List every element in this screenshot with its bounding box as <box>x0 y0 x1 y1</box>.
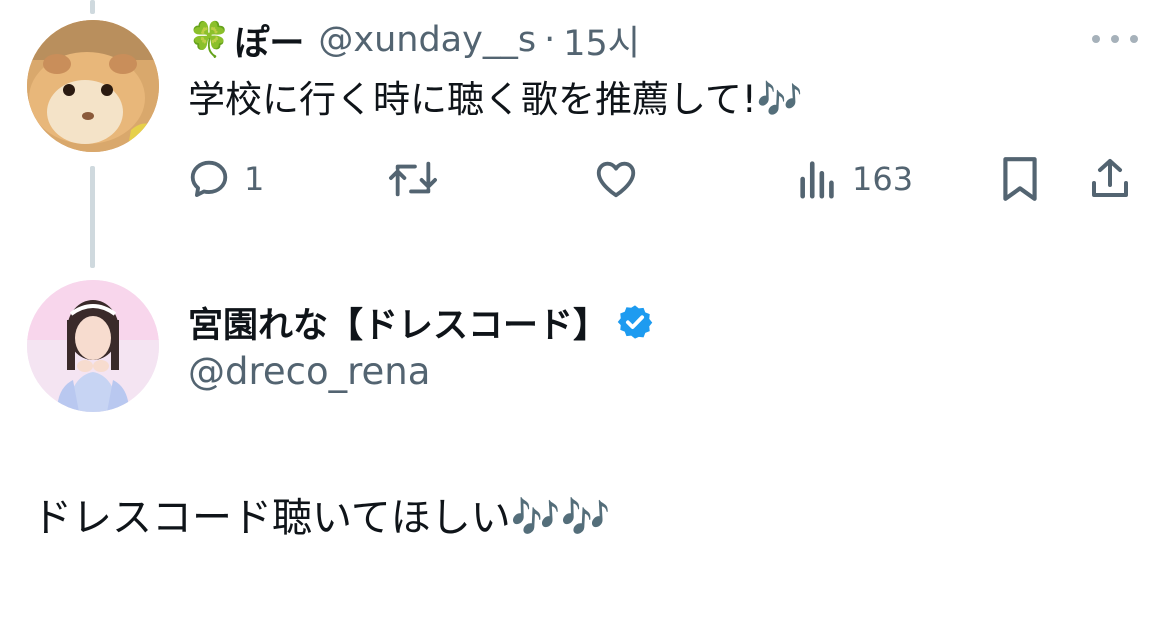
heart-icon <box>596 161 636 198</box>
tweet-header: 宮園れな【ドレスコード】 <box>188 294 654 350</box>
reply-button[interactable]: 1 <box>186 150 264 208</box>
share-icon <box>1092 159 1128 197</box>
tweet-text: 学校に行く時に聴く歌を推薦して!🎶 <box>188 78 803 121</box>
bookmark-icon <box>1003 157 1037 201</box>
profile-photo-avatar-image <box>27 280 159 412</box>
views-button[interactable]: 163 <box>796 150 913 208</box>
retweet-button[interactable] <box>386 150 440 208</box>
clover-emoji: 🍀 <box>188 20 231 60</box>
reply-count: 1 <box>244 160 265 198</box>
avatar[interactable] <box>27 20 159 152</box>
bookmark-button[interactable] <box>998 150 1042 208</box>
guinea-pig-avatar-image <box>27 20 159 152</box>
views-count: 163 <box>852 160 914 198</box>
display-name[interactable]: 宮園れな【ドレスコード】 <box>188 297 608 348</box>
user-handle[interactable]: @dreco_rena <box>188 350 430 393</box>
like-button[interactable] <box>592 150 640 208</box>
timestamp[interactable]: 15시 <box>563 15 640 66</box>
tweet-thread: 🍀 ぽー @xunday__s · 15시 学校に行く時に聴く歌を推薦して!🎶 … <box>0 0 1170 623</box>
retweet-icon <box>389 161 437 197</box>
display-name[interactable]: ぽー <box>234 15 304 66</box>
thread-line <box>90 166 95 268</box>
more-options-icon[interactable] <box>1092 26 1138 52</box>
verified-badge-icon <box>617 305 653 339</box>
thread-line-top <box>90 0 95 14</box>
avatar[interactable] <box>27 280 159 412</box>
tweet-text: ドレスコード聴いてほしい🎶🎶 <box>32 495 611 541</box>
views-icon <box>800 161 834 199</box>
tweet-header: 🍀 ぽー @xunday__s · 15시 <box>188 14 640 66</box>
user-handle[interactable]: @xunday__s <box>318 20 536 60</box>
share-button[interactable] <box>1086 150 1134 208</box>
reply-icon <box>190 160 228 198</box>
separator-dot: · <box>544 20 556 60</box>
